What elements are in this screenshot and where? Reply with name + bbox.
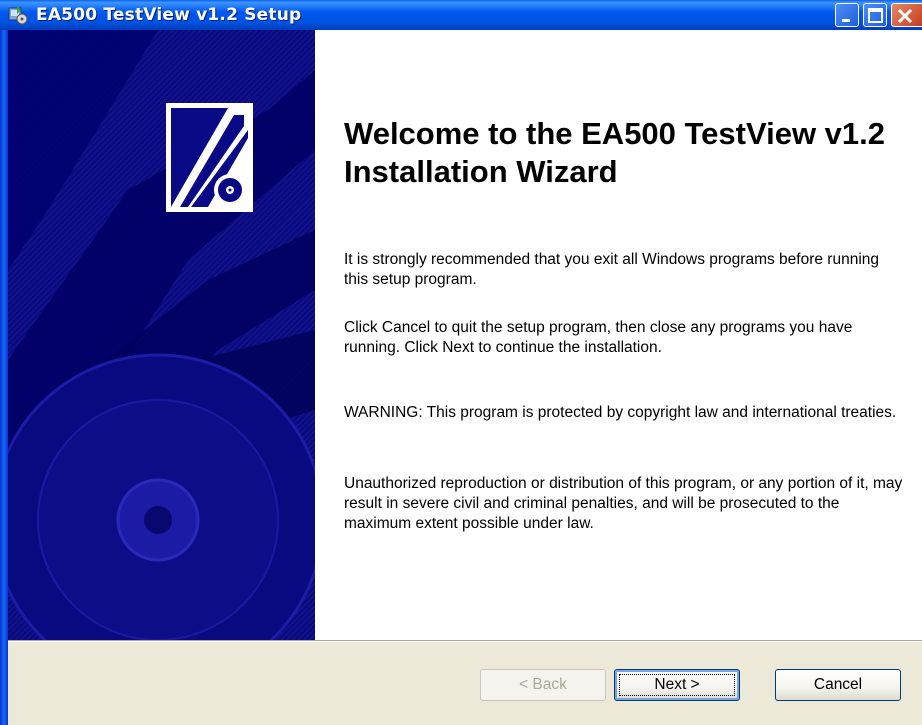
cd-disc-graphic (8, 353, 315, 640)
copyright-warning-text: WARNING: This program is protected by co… (344, 404, 897, 421)
instructions-text: Click Cancel to quit the setup program, … (344, 319, 853, 356)
installer-app-icon (8, 6, 28, 25)
penalties-text: Unauthorized reproduction or distributio… (344, 475, 903, 532)
next-button[interactable]: Next > (614, 669, 740, 701)
maximize-icon (868, 8, 883, 23)
wizard-content: Welcome to the EA500 TestView v1.2 Insta… (8, 30, 922, 640)
setup-window: EA500 TestView v1.2 Setup Welcome to the… (0, 0, 922, 725)
maximize-button[interactable] (863, 3, 887, 27)
recommendation-text: It is strongly recommended that you exit… (344, 251, 879, 288)
focus-rectangle (619, 674, 735, 696)
title-bar[interactable]: EA500 TestView v1.2 Setup (0, 0, 922, 30)
window-title: EA500 TestView v1.2 Setup (36, 5, 302, 25)
installer-banner-image (8, 30, 315, 640)
close-button[interactable] (891, 3, 922, 27)
minimize-icon (842, 19, 850, 22)
welcome-heading: Welcome to the EA500 TestView v1.2 Insta… (344, 116, 886, 189)
window-frame-left (0, 30, 8, 725)
footer-separator (8, 640, 922, 642)
close-icon (897, 8, 913, 24)
minimize-button[interactable] (835, 3, 859, 27)
cancel-button[interactable]: Cancel (775, 669, 901, 701)
back-button[interactable]: < Back (480, 669, 606, 701)
app-logo (166, 103, 253, 212)
